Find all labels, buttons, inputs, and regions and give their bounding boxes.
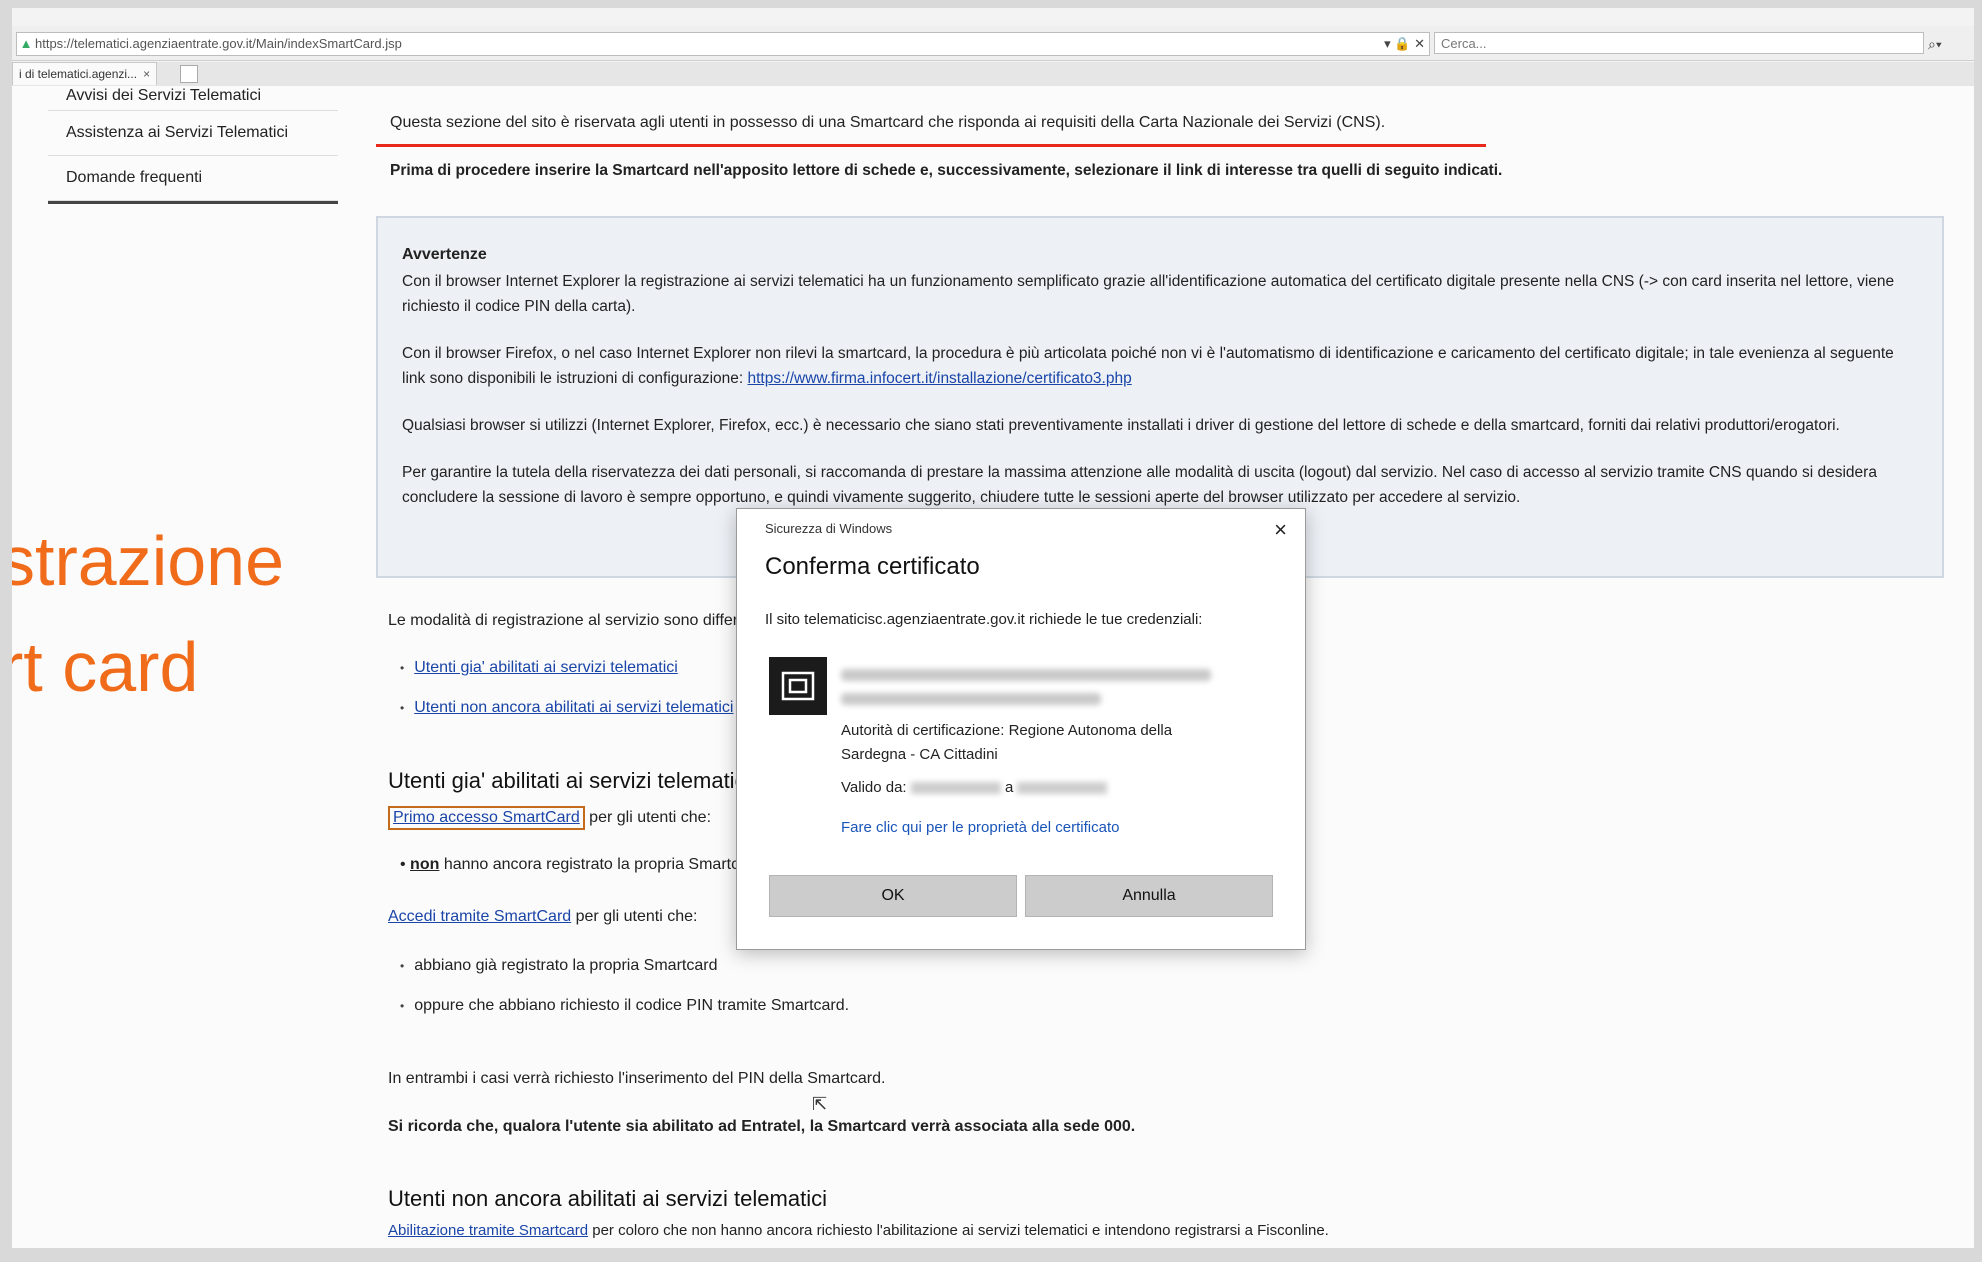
- list-item: oppure che abbiano richiesto il codice P…: [400, 986, 849, 1026]
- url-field[interactable]: ▲ https://telematici.agenziaentrate.gov.i…: [16, 32, 1430, 56]
- warning-logout: Per garantire la tutela della riservatez…: [402, 464, 1877, 506]
- page-content: Avvisi dei Servizi Telematici Assistenza…: [12, 86, 1974, 1248]
- accedi-line: Accedi tramite SmartCard per gli utenti …: [388, 908, 697, 926]
- warning-ie: Con il browser Internet Explorer la regi…: [402, 273, 1895, 315]
- dialog-message: Il sito telematicisc.agenziaentrate.gov.…: [765, 611, 1203, 628]
- primo-accesso-suffix: per gli utenti che:: [584, 809, 712, 826]
- list-item: abbiano già registrato la propria Smartc…: [400, 946, 849, 986]
- sidebar-item-avvisi[interactable]: Avvisi dei Servizi Telematici: [48, 86, 338, 111]
- infocert-link[interactable]: https://www.firma.infocert.it/installazi…: [748, 370, 1132, 387]
- tab-bar: i di telematici.agenzi... ×: [12, 62, 1974, 86]
- certificate-authority: Autorità di certificazione: Regione Auto…: [841, 722, 1173, 763]
- intro-text: Questa sezione del sito è riservata agli…: [390, 114, 1386, 131]
- browser-window: ▲ https://telematici.agenziaentrate.gov.i…: [12, 8, 1974, 1248]
- primo-bullet: • non hanno ancora registrato la propria…: [400, 856, 767, 873]
- search-icon[interactable]: ⌕▾: [1928, 36, 1942, 53]
- warning-firefox-text: Con il browser Firefox, o nel caso Inter…: [402, 345, 1894, 387]
- link-utenti-non-abilitati[interactable]: Utenti non ancora abilitati ai servizi t…: [414, 699, 733, 716]
- accedi-smartcard-link[interactable]: Accedi tramite SmartCard: [388, 908, 571, 925]
- smartcard-icon: [769, 657, 827, 715]
- registration-modes-text: Le modalità di registrazione al servizio…: [388, 612, 796, 629]
- close-tab-icon[interactable]: ×: [143, 67, 150, 81]
- site-icon: ▲: [19, 36, 33, 51]
- mouse-cursor-icon: ⇱: [812, 1094, 828, 1114]
- ok-button[interactable]: OK: [769, 875, 1017, 917]
- list-item: Utenti gia' abilitati ai servizi telemat…: [400, 648, 733, 688]
- abilitazione-link[interactable]: Abilitazione tramite Smartcard: [388, 1222, 588, 1239]
- dialog-title: Conferma certificato: [765, 553, 980, 580]
- certificate-properties-link[interactable]: Fare clic qui per le proprietà del certi…: [841, 819, 1119, 836]
- url-text: https://telematici.agenziaentrate.gov.it…: [35, 36, 402, 51]
- warning-drivers: Qualsiasi browser si utilizzi (Internet …: [402, 417, 1840, 434]
- list-item: Utenti non ancora abilitati ai servizi t…: [400, 688, 733, 728]
- warnings-title: Avvertenze: [402, 246, 487, 263]
- browser-tab[interactable]: i di telematici.agenzi... ×: [12, 62, 158, 85]
- redacted-date-to: [1017, 782, 1108, 795]
- certificate-dialog: Sicurezza di Windows × Conferma certific…: [736, 508, 1306, 950]
- search-input[interactable]: Cerca...: [1434, 32, 1924, 54]
- close-icon[interactable]: ×: [1274, 517, 1287, 543]
- abilitazione-suffix: per coloro che non hanno ancora richiest…: [588, 1222, 1329, 1239]
- primo-bullet-text: hanno ancora registrato la propria Smart…: [439, 856, 767, 873]
- sidebar-item-assistenza[interactable]: Assistenza ai Servizi Telematici: [48, 111, 338, 156]
- accedi-suffix: per gli utenti che:: [571, 908, 698, 925]
- primo-accesso-link[interactable]: Primo accesso SmartCard: [388, 806, 585, 830]
- entratel-note: Si ricorda che, qualora l'utente sia abi…: [388, 1118, 1136, 1135]
- section-title-non-abilitati: Utenti non ancora abilitati ai servizi t…: [388, 1186, 827, 1211]
- sidebar: Avvisi dei Servizi Telematici Assistenza…: [48, 86, 338, 204]
- redacted-date-from: [910, 782, 1001, 795]
- overlay-title-line1: strazione: [12, 522, 285, 600]
- primo-bullet-bold: non: [410, 856, 440, 873]
- pin-note: In entrambi i casi verrà richiesto l'ins…: [388, 1070, 886, 1087]
- address-bar: ▲ https://telematici.agenziaentrate.gov.i…: [12, 26, 1974, 61]
- tab-label: i di telematici.agenzi...: [19, 67, 138, 81]
- mode-links-list: Utenti gia' abilitati ai servizi telemat…: [400, 648, 733, 728]
- accedi-bullets: abbiano già registrato la propria Smartc…: [400, 946, 849, 1026]
- warning-firefox: Con il browser Firefox, o nel caso Inter…: [402, 341, 1918, 391]
- abilitazione-line: Abilitazione tramite Smartcard per color…: [388, 1222, 1329, 1239]
- sidebar-item-faq[interactable]: Domande frequenti: [48, 156, 338, 201]
- redacted-certificate-id: [841, 693, 1101, 705]
- link-utenti-abilitati[interactable]: Utenti gia' abilitati ai servizi telemat…: [414, 659, 678, 676]
- section-title-abilitati: Utenti gia' abilitati ai servizi telemat…: [388, 768, 751, 793]
- overlay-title-line2: rt card: [12, 628, 199, 706]
- url-controls[interactable]: ▾ 🔒 ✕: [1384, 33, 1425, 55]
- valid-to-label: a: [1004, 779, 1014, 796]
- intro-underline: [376, 144, 1486, 147]
- valid-from-label: Valido da:: [841, 779, 907, 796]
- cancel-button[interactable]: Annulla: [1025, 875, 1273, 917]
- dialog-caption: Sicurezza di Windows: [765, 521, 893, 536]
- intro-instructions: Prima di procedere inserire la Smartcard…: [390, 162, 1503, 179]
- sidebar-divider: [48, 201, 338, 204]
- new-tab-button[interactable]: [180, 65, 198, 83]
- redacted-certificate-name: [841, 669, 1211, 681]
- primo-accesso-line: Primo accesso SmartCard per gli utenti c…: [388, 806, 711, 830]
- certificate-validity: Valido da: a: [841, 779, 1108, 796]
